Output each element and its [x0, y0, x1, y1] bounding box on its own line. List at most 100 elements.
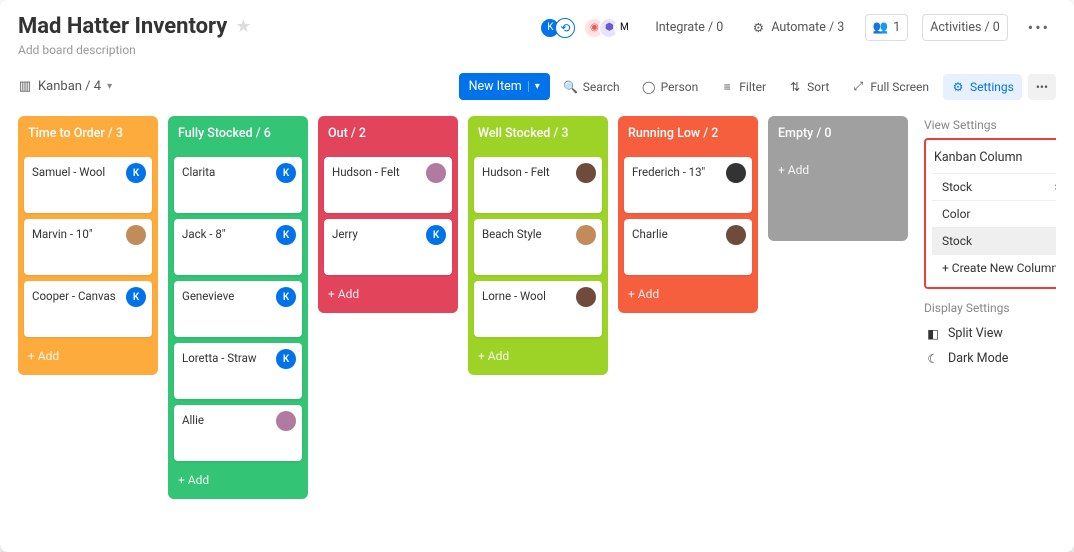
clear-icon[interactable]: ×	[1054, 180, 1056, 194]
chevron-down-icon[interactable]: ▾	[528, 81, 540, 92]
people-count: 1	[893, 20, 900, 35]
person-filter-button[interactable]: ◯ Person	[634, 74, 707, 100]
column-body: Hudson - Felt JerryK + Add	[318, 151, 458, 313]
kanban-card[interactable]: Jack - 8"K	[174, 219, 302, 275]
kanban-card[interactable]: Hudson - Felt	[324, 157, 452, 213]
sort-label: Sort	[807, 80, 829, 94]
kanban-column: Out / 2 Hudson - Felt JerryK + Add	[318, 116, 458, 313]
moon-icon: ☾	[926, 352, 940, 366]
kanban-card[interactable]: Marvin - 10"	[24, 219, 152, 275]
kanban-option-stock[interactable]: Stock ≡	[932, 227, 1056, 254]
person-icon: ◯	[642, 80, 656, 94]
avatar: K	[276, 349, 296, 369]
activities-button[interactable]: Activities / 0	[922, 14, 1008, 41]
filter-icon: ≡	[720, 80, 734, 94]
kanban-column: Empty / 0 + Add	[768, 116, 908, 241]
create-new-column[interactable]: + Create New Column	[932, 254, 1056, 281]
settings-panel: View Settings Kanban Column ⓘ Stock × ▴ …	[918, 116, 1056, 371]
kanban-card[interactable]: Charlie	[624, 219, 752, 275]
avatar: K	[126, 287, 146, 307]
avatar	[576, 225, 596, 245]
fullscreen-label: Full Screen	[870, 80, 929, 94]
board-title[interactable]: Mad Hatter Inventory	[18, 14, 227, 39]
kanban-column: Running Low / 2 Frederich - 13" Charlie + A…	[618, 116, 758, 313]
board-description[interactable]: Add board description	[18, 43, 252, 57]
view-settings-title: View Settings	[924, 118, 1056, 132]
avatar	[726, 163, 746, 183]
column-header[interactable]: Running Low / 2	[618, 116, 758, 151]
add-card-button[interactable]: + Add	[174, 467, 302, 493]
kanban-card[interactable]: Allie	[174, 405, 302, 461]
dark-mode-toggle[interactable]: ☾ Dark Mode	[924, 346, 1056, 371]
sort-button[interactable]: ⇅ Sort	[780, 74, 837, 100]
kanban-icon: ▥	[18, 80, 32, 94]
search-button[interactable]: 🔍 Search	[556, 74, 628, 100]
kanban-column-label: Kanban Column	[934, 150, 1022, 165]
add-card-button[interactable]: + Add	[324, 281, 452, 307]
kanban-card[interactable]: Hudson - Felt	[474, 157, 602, 213]
robot-icon: ⚙	[751, 21, 765, 35]
chevron-down-icon: ▾	[107, 81, 112, 92]
kanban-option-color[interactable]: Color ≡	[932, 200, 1056, 227]
automate-label: Automate / 3	[771, 20, 844, 35]
column-body: Frederich - 13" Charlie + Add	[618, 151, 758, 313]
column-header[interactable]: Time to Order / 3	[18, 116, 158, 151]
kanban-card[interactable]: Cooper - CanvasK	[24, 281, 152, 337]
avatar	[426, 163, 446, 183]
kanban-column: Well Stocked / 3 Hudson - Felt Beach Style…	[468, 116, 608, 375]
column-header[interactable]: Empty / 0	[768, 116, 908, 151]
avatar: K	[126, 163, 146, 183]
integrate-button[interactable]: Integrate / 0	[648, 15, 730, 40]
kanban-column-setting: Kanban Column ⓘ Stock × ▴ Color ≡ Stock …	[924, 138, 1056, 289]
automation-badges: K ⟲	[545, 18, 575, 38]
view-label: Kanban / 4	[38, 79, 101, 94]
kanban-card[interactable]: GenevieveK	[174, 281, 302, 337]
add-card-button[interactable]: + Add	[624, 281, 752, 307]
kanban-column-selected[interactable]: Stock × ▴	[932, 173, 1056, 200]
avatar: K	[276, 225, 296, 245]
split-view-toggle[interactable]: ◧ Split View	[924, 321, 1056, 346]
column-header[interactable]: Out / 2	[318, 116, 458, 151]
column-header[interactable]: Well Stocked / 3	[468, 116, 608, 151]
new-item-button[interactable]: New Item ▾	[459, 73, 550, 100]
avatar	[276, 411, 296, 431]
kanban-column: Fully Stocked / 6 ClaritaK Jack - 8"K Genev…	[168, 116, 308, 499]
star-icon[interactable]: ★	[235, 16, 251, 37]
settings-button[interactable]: ⚙ Settings	[943, 74, 1022, 100]
people-button[interactable]: 👥 1	[865, 14, 908, 41]
kanban-card[interactable]: Loretta - StrawK	[174, 343, 302, 399]
kanban-card[interactable]: JerryK	[324, 219, 452, 275]
more-icon: •••	[1036, 80, 1048, 94]
display-settings-title: Display Settings	[924, 301, 1056, 315]
person-label: Person	[661, 80, 699, 94]
automate-button[interactable]: ⚙ Automate / 3	[744, 15, 851, 40]
fullscreen-icon: ⤢	[851, 80, 865, 94]
avatar	[126, 225, 146, 245]
column-header[interactable]: Fully Stocked / 6	[168, 116, 308, 151]
column-body: ClaritaK Jack - 8"K GenevieveK Loretta - St…	[168, 151, 308, 499]
add-card-button[interactable]: + Add	[774, 157, 902, 183]
avatar	[726, 225, 746, 245]
new-item-label: New Item	[469, 79, 522, 94]
add-card-button[interactable]: + Add	[474, 343, 602, 369]
gear-icon: ⚙	[951, 80, 965, 94]
kanban-card[interactable]: Frederich - 13"	[624, 157, 752, 213]
kanban-card[interactable]: Lorne - Wool	[474, 281, 602, 337]
kanban-column: Time to Order / 3 Samuel - WoolK Marvin - …	[18, 116, 158, 375]
fullscreen-button[interactable]: ⤢ Full Screen	[843, 74, 937, 100]
toolbar-more[interactable]: •••	[1028, 74, 1056, 100]
kanban-card[interactable]: ClaritaK	[174, 157, 302, 213]
kanban-card[interactable]: Samuel - WoolK	[24, 157, 152, 213]
filter-label: Filter	[739, 80, 766, 94]
split-icon: ◧	[926, 327, 940, 341]
settings-label: Settings	[970, 80, 1014, 94]
add-card-button[interactable]: + Add	[24, 343, 152, 369]
people-icon: 👥	[873, 21, 887, 35]
more-menu[interactable]: •••	[1022, 14, 1056, 41]
column-body: Samuel - WoolK Marvin - 10" Cooper - Canva…	[18, 151, 158, 375]
filter-button[interactable]: ≡ Filter	[712, 74, 774, 100]
kanban-card[interactable]: Beach Style	[474, 219, 602, 275]
view-switcher[interactable]: ▥ Kanban / 4 ▾	[18, 79, 112, 94]
avatar	[576, 287, 596, 307]
avatar: K	[276, 287, 296, 307]
